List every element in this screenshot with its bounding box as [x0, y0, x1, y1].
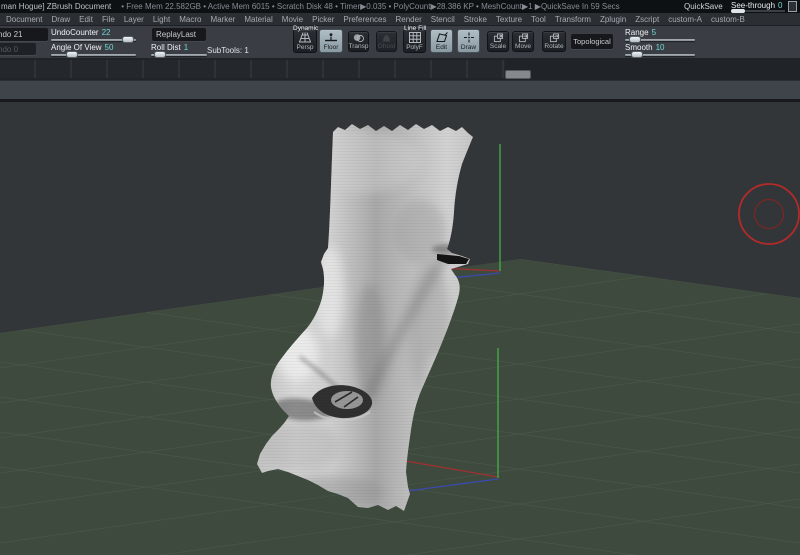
topological-button[interactable]: Topological — [571, 34, 613, 49]
viewport-canvas — [0, 124, 800, 555]
rotate-button[interactable]: Rotate — [542, 31, 566, 52]
document-title: man Hogue] ZBrush Document — [1, 2, 112, 11]
rotate-icon — [549, 33, 559, 43]
menu-item-light[interactable]: Light — [153, 15, 170, 24]
floor-icon — [325, 33, 337, 42]
brush-cursor — [738, 183, 800, 245]
collapsed-tray — [0, 58, 800, 80]
menu-item-zscript[interactable]: Zscript — [635, 15, 659, 24]
draw-icon — [463, 32, 474, 43]
roll-dist-slider[interactable]: Roll Dist 1 — [151, 43, 207, 58]
range-handle[interactable] — [629, 36, 641, 43]
document-viewport[interactable] — [0, 102, 800, 555]
tray-handle[interactable] — [505, 70, 531, 79]
roll-dist-value: 1 — [183, 43, 189, 52]
angle-of-view-slider[interactable]: Angle Of View 50 — [51, 43, 136, 58]
draw-button[interactable]: Draw — [457, 29, 480, 53]
menu-item-marker[interactable]: Marker — [210, 15, 235, 24]
edit-icon — [435, 32, 448, 43]
see-through-value: 0 — [778, 1, 783, 10]
menu-item-tool[interactable]: Tool — [531, 15, 546, 24]
menu-item-edit[interactable]: Edit — [79, 15, 93, 24]
tray-segments — [0, 60, 505, 78]
menu-item-movie[interactable]: Movie — [282, 15, 303, 24]
menu-item-render[interactable]: Render — [396, 15, 422, 24]
polyframe-icon — [408, 32, 421, 43]
range-value: 5 — [651, 28, 657, 37]
persp-icon — [299, 32, 311, 43]
smooth-handle[interactable] — [631, 51, 643, 58]
quicksave-button[interactable]: QuickSave — [684, 2, 723, 11]
smooth-slider[interactable]: Smooth 10 — [625, 43, 695, 58]
undo-counter-handle[interactable] — [122, 36, 134, 43]
move-icon — [518, 33, 528, 43]
undo-counter-slider[interactable]: UndoCounter 22 — [51, 28, 136, 43]
scale-icon — [493, 33, 503, 43]
line-fill-toggle[interactable]: Line Fill — [404, 25, 426, 32]
redo-button[interactable]: ndo 0 — [0, 43, 36, 55]
zbrush-window: man Hogue] ZBrush Document • Free Mem 22… — [0, 0, 800, 555]
edit-button[interactable]: Edit — [430, 29, 453, 53]
title-bar: man Hogue] ZBrush Document • Free Mem 22… — [0, 0, 800, 13]
replay-last-button[interactable]: ReplayLast — [152, 28, 206, 41]
undo-counter-label: UndoCounter — [51, 28, 99, 37]
top-shelf: ndo 21 ndo 0 UndoCounter 22 Angle Of View… — [0, 25, 800, 58]
memory-stats: • Free Mem 22.582GB • Active Mem 6015 • … — [121, 2, 620, 11]
ghost-button[interactable]: Ghost — [376, 31, 397, 52]
menu-item-transform[interactable]: Transform — [555, 15, 591, 24]
titlebar-edge-button[interactable] — [788, 1, 797, 12]
menu-item-custom-a[interactable]: custom-A — [668, 15, 702, 24]
undo-button[interactable]: ndo 21 — [0, 28, 48, 41]
menu-item-stencil[interactable]: Stencil — [431, 15, 455, 24]
undo-counter-value: 22 — [101, 28, 111, 37]
menu-item-document[interactable]: Document — [6, 15, 42, 24]
menu-item-draw[interactable]: Draw — [51, 15, 70, 24]
menu-item-custom-b[interactable]: custom-B — [711, 15, 745, 24]
move-button[interactable]: Move — [512, 31, 534, 52]
transp-icon — [353, 34, 364, 43]
floor-button[interactable]: Floor — [319, 29, 343, 53]
ghost-icon — [383, 34, 390, 43]
subtools-count: SubTools: 1 — [207, 46, 249, 55]
see-through-slider[interactable]: See-through 0 — [731, 1, 785, 13]
menu-bar-items: Document Draw Edit File Layer Light Macro Marke… — [0, 13, 800, 26]
menu-item-picker[interactable]: Picker — [312, 15, 334, 24]
range-slider[interactable]: Range 5 — [625, 28, 695, 43]
angle-of-view-handle[interactable] — [66, 51, 78, 58]
sub-shelf — [0, 80, 800, 99]
polyf-button[interactable]: PolyF — [403, 29, 426, 53]
roll-dist-handle[interactable] — [154, 51, 166, 58]
menu-item-texture[interactable]: Texture — [496, 15, 522, 24]
angle-of-view-value: 50 — [104, 43, 114, 52]
menu-item-file[interactable]: File — [102, 15, 115, 24]
persp-button[interactable]: Persp — [293, 29, 317, 53]
menu-item-zplugin[interactable]: Zplugin — [600, 15, 626, 24]
smooth-value: 10 — [655, 43, 665, 52]
scale-button[interactable]: Scale — [487, 31, 509, 52]
menu-item-layer[interactable]: Layer — [124, 15, 144, 24]
dynamic-toggle[interactable]: Dynamic — [293, 25, 318, 32]
menu-item-macro[interactable]: Macro — [179, 15, 201, 24]
transp-button[interactable]: Transp — [348, 31, 369, 52]
menu-item-material[interactable]: Material — [244, 15, 272, 24]
menu-item-stroke[interactable]: Stroke — [464, 15, 487, 24]
menu-item-preferences[interactable]: Preferences — [343, 15, 386, 24]
